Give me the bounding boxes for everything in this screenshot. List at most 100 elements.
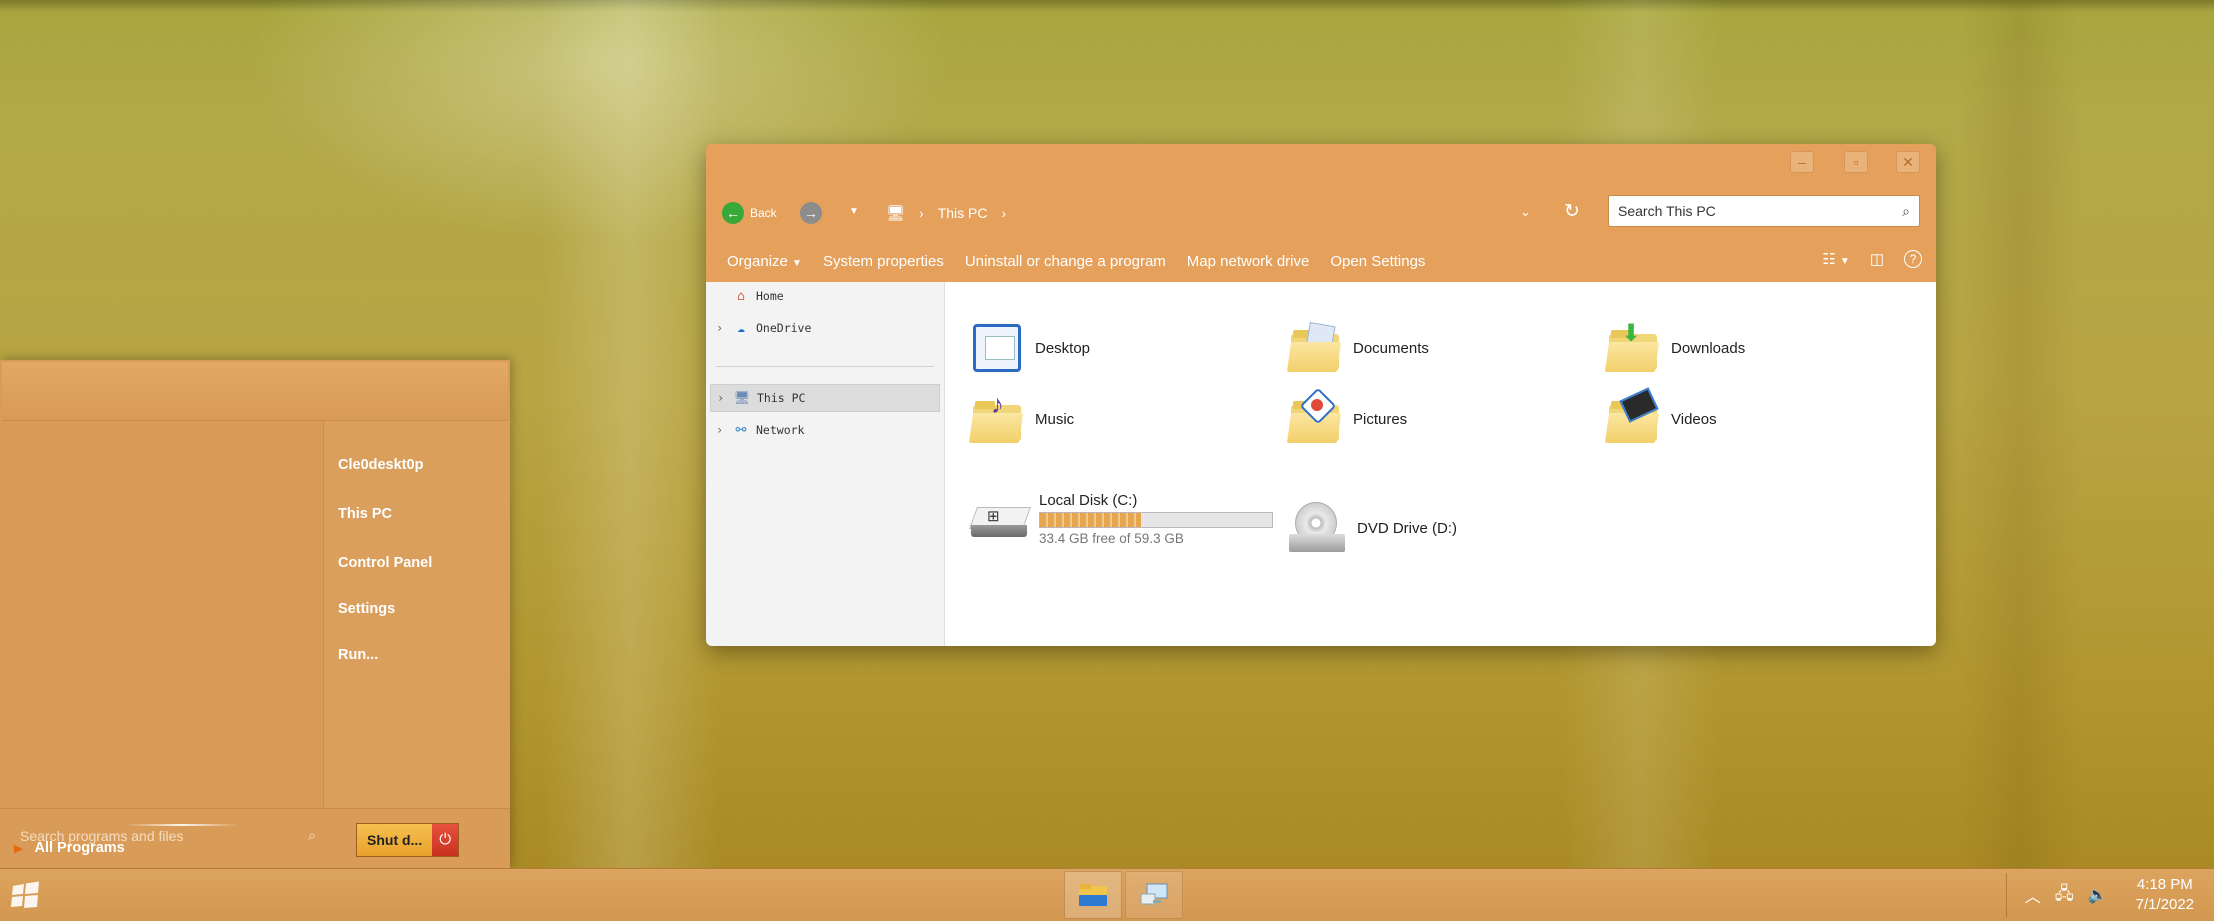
drive-d[interactable]: DVD Drive (D:) (1289, 500, 1457, 556)
drive-usage-bar (1039, 512, 1273, 528)
taskbar-this-pc[interactable] (1125, 871, 1183, 919)
drive-c[interactable]: ⊞ Local Disk (C:) 33.4 GB free of 59.3 G… (968, 492, 1273, 546)
nav-item-network[interactable]: › ⚯ Network (706, 416, 940, 444)
windows-logo-icon (11, 881, 39, 908)
back-arrow-icon: ← (722, 202, 744, 224)
search-box[interactable]: Search This PC ⌕ (1608, 195, 1920, 227)
explorer-window: – ▫ ✕ ← Back → ▼ 🖥 › This PC › ⌄ ↻ Searc… (706, 144, 1936, 646)
breadcrumb-this-pc[interactable]: This PC (938, 205, 988, 221)
start-menu: ▶ All Programs Cle0deskt0p This PC Contr… (0, 360, 510, 868)
view-controls: ☷ ▼ ◫ ? (1822, 250, 1922, 268)
clock-date: 7/1/2022 (2135, 896, 2194, 913)
system-properties-button[interactable]: System properties (823, 253, 944, 270)
power-icon[interactable]: ⏻ (432, 824, 459, 856)
open-settings-button[interactable]: Open Settings (1330, 253, 1425, 270)
forward-button[interactable]: → (800, 202, 822, 224)
search-input[interactable]: Search This PC (1609, 203, 1893, 219)
drive-free-space: 33.4 GB free of 59.3 GB (1039, 531, 1184, 546)
wallpaper (540, 0, 720, 920)
start-menu-footer: Search programs and files ⌕ Shut d... ⏻ (0, 808, 510, 868)
drive-d-label: DVD Drive (D:) (1357, 519, 1457, 537)
clock-time: 4:18 PM (2136, 876, 2193, 893)
computer-icon (1140, 883, 1168, 905)
shutdown-button[interactable]: Shut d... ⏻ (356, 823, 460, 857)
back-button[interactable]: ← Back (722, 202, 777, 224)
start-item-control-panel[interactable]: Control Panel (338, 555, 432, 571)
dvd-drive-icon (1289, 500, 1345, 556)
network-icon: ⚯ (735, 422, 747, 438)
divider (2005, 873, 2007, 917)
refresh-icon[interactable]: ↻ (1564, 200, 1580, 223)
start-item-run[interactable]: Run... (338, 647, 378, 663)
volume-icon[interactable]: 🔈 (2088, 885, 2108, 905)
folder-downloads[interactable]: ⬇ Downloads (1604, 322, 1745, 374)
start-item-user[interactable]: Cle0deskt0p (338, 457, 423, 473)
minimize-button[interactable]: – (1790, 151, 1814, 173)
start-button[interactable] (10, 881, 42, 914)
folder-desktop[interactable]: Desktop (971, 322, 1090, 374)
taskbar-file-explorer[interactable] (1064, 871, 1122, 919)
documents-folder-icon (1286, 321, 1342, 374)
wallpaper-streak (1960, 0, 2080, 920)
back-label: Back (750, 206, 777, 220)
computer-icon: 🖥 (886, 205, 906, 222)
start-places-pane: Cle0deskt0p This PC Control Panel Settin… (323, 420, 510, 808)
pictures-folder-icon (1286, 387, 1342, 445)
breadcrumb[interactable]: 🖥 › This PC › (886, 204, 1006, 222)
address-bar-row: ← Back → ▼ 🖥 › This PC › ⌄ ↻ Search This… (706, 182, 1936, 240)
maximize-button[interactable]: ▫ (1844, 151, 1868, 173)
navigation-pane: ⌂ Home › ☁ OneDrive › 🖥 This PC › ⚯ Netw… (706, 282, 945, 646)
nav-item-this-pc[interactable]: › 🖥 This PC (710, 384, 940, 412)
start-item-settings[interactable]: Settings (338, 601, 395, 617)
system-tray: ︿ 🖧 🔈 4:18 PM 7/1/2022 (2005, 869, 2194, 921)
expand-chevron-icon[interactable]: › (716, 321, 732, 335)
start-programs-pane: ▶ All Programs (0, 420, 322, 856)
taskbar: ︿ 🖧 🔈 4:18 PM 7/1/2022 (0, 868, 2214, 921)
explorer-body: ⌂ Home › ☁ OneDrive › 🖥 This PC › ⚯ Netw… (706, 282, 1936, 646)
start-menu-header (2, 362, 508, 421)
downloads-folder-icon: ⬇ (1604, 322, 1660, 374)
windows-logo-icon: ⊞ (987, 508, 1000, 525)
show-hidden-icons-icon[interactable]: ︿ (2025, 883, 2041, 907)
search-icon[interactable]: ⌕ (308, 827, 316, 844)
home-icon: ⌂ (737, 288, 745, 304)
folder-pictures[interactable]: Pictures (1286, 387, 1407, 445)
music-folder-icon: ♪ (968, 391, 1024, 445)
command-bar: Organize ▼ System properties Uninstall o… (706, 240, 1936, 282)
chevron-down-icon: ▼ (792, 257, 802, 269)
search-icon[interactable]: ⌕ (1893, 203, 1919, 220)
drive-c-label: Local Disk (C:) (1039, 492, 1138, 509)
uninstall-program-button[interactable]: Uninstall or change a program (965, 253, 1166, 270)
videos-folder-icon (1604, 387, 1660, 445)
divider (716, 366, 934, 367)
title-bar[interactable]: – ▫ ✕ (706, 144, 1936, 182)
chevron-right-icon: › (919, 205, 924, 221)
expand-chevron-icon[interactable]: › (717, 391, 733, 405)
folder-music[interactable]: ♪ Music (968, 391, 1074, 445)
help-icon[interactable]: ? (1904, 250, 1922, 268)
organize-menu[interactable]: Organize ▼ (727, 253, 802, 270)
preview-pane-icon[interactable]: ◫ (1870, 250, 1884, 268)
folder-documents[interactable]: Documents (1286, 321, 1429, 374)
start-search-input[interactable]: Search programs and files (20, 828, 308, 844)
nav-item-home[interactable]: ⌂ Home (706, 282, 940, 310)
map-network-drive-button[interactable]: Map network drive (1187, 253, 1310, 270)
hard-disk-icon: ⊞ (968, 497, 1032, 541)
clock[interactable]: 4:18 PM 7/1/2022 (2136, 875, 2194, 915)
shutdown-label: Shut d... (357, 824, 433, 856)
nav-item-onedrive[interactable]: › ☁ OneDrive (706, 314, 940, 342)
folder-icon (1079, 884, 1107, 906)
cloud-icon: ☁ (737, 320, 745, 336)
folder-videos[interactable]: Videos (1604, 387, 1717, 445)
chevron-right-icon[interactable]: › (1002, 205, 1007, 221)
expand-chevron-icon[interactable]: › (716, 423, 732, 437)
computer-icon: 🖥 (733, 390, 751, 406)
desktop-folder-icon (971, 322, 1023, 374)
close-button[interactable]: ✕ (1896, 151, 1920, 173)
start-item-this-pc[interactable]: This PC (338, 506, 392, 522)
network-icon[interactable]: 🖧 (2055, 881, 2074, 910)
recent-locations-chevron-icon[interactable]: ▼ (849, 206, 859, 217)
view-options-icon[interactable]: ☷ ▼ (1822, 250, 1850, 268)
start-search-box[interactable]: Search programs and files ⌕ (20, 827, 316, 844)
address-dropdown-icon[interactable]: ⌄ (1520, 204, 1531, 220)
